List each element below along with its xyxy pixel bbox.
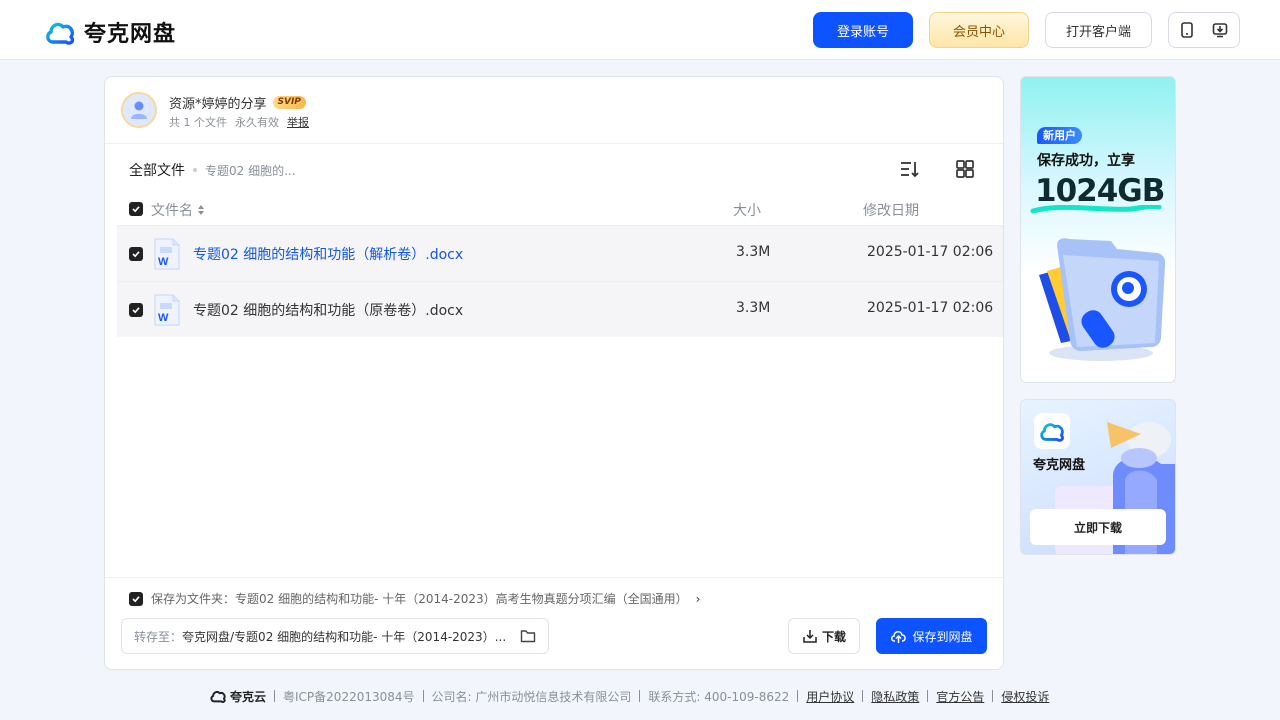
footer-link-privacy[interactable]: 隐私政策: [871, 688, 919, 705]
save-to-drive-label: 保存到网盘: [912, 629, 973, 644]
row-checkbox[interactable]: [129, 303, 143, 317]
footer-separator: [862, 690, 864, 702]
check-icon: [132, 251, 140, 258]
column-header-size: 大小: [733, 203, 761, 219]
vip-center-button[interactable]: 会员中心: [929, 12, 1029, 48]
brand-name: 夸克网盘: [84, 22, 177, 47]
file-size: 3.3M: [736, 300, 771, 316]
brand-logo[interactable]: 夸克网盘: [44, 16, 176, 48]
footer-separator: [992, 690, 994, 702]
footer-separator: [639, 690, 641, 702]
row-checkbox[interactable]: [129, 247, 143, 261]
divider: [105, 143, 1003, 144]
promo-line: 保存成功，立享: [1037, 153, 1135, 169]
file-count: 共 1 个文件: [169, 116, 227, 129]
cloud-logo-icon: [1040, 423, 1064, 442]
share-panel: 资源*婷婷的分享 SVIP 共 1 个文件 永久有效 举报 全部文件 专题02 …: [104, 76, 1004, 670]
sort-icon[interactable]: [899, 159, 919, 179]
login-button[interactable]: 登录账号: [813, 12, 913, 48]
cloud-upload-icon: [891, 631, 907, 643]
footer-logo: 夸克云: [209, 688, 266, 705]
divider: [105, 577, 1003, 578]
ad-app-logo: [1034, 413, 1070, 449]
breadcrumb-separator: [193, 168, 197, 172]
share-owner: 资源*婷婷的分享: [169, 97, 267, 112]
share-meta: 共 1 个文件 永久有效 举报: [169, 114, 309, 130]
save-to-path: 夸克网盘/专题02 细胞的结构和功能- 十年（2014-2023）...: [182, 629, 507, 644]
footer-link-user-agreement[interactable]: 用户协议: [806, 688, 854, 705]
footer-logo-text: 夸克云: [230, 689, 267, 704]
download-icon: [803, 630, 817, 643]
cloud-logo-icon: [46, 22, 75, 45]
word-doc-icon: W: [154, 294, 180, 326]
column-name-label: 文件名: [151, 203, 193, 219]
grid-view-icon[interactable]: [955, 159, 975, 179]
table-row[interactable]: W 专题02 细胞的结构和功能（解析卷）.docx 3.3M 2025-01-1…: [117, 225, 1003, 281]
table-row[interactable]: W 专题02 细胞的结构和功能（原卷卷）.docx 3.3M 2025-01-1…: [117, 281, 1003, 337]
column-header-date[interactable]: 修改日期: [863, 200, 919, 220]
footer-contact: 联系方式: 400-109-8622: [648, 689, 790, 704]
file-name[interactable]: 专题02 细胞的结构和功能（解析卷）.docx: [193, 244, 463, 264]
file-name[interactable]: 专题02 细胞的结构和功能（原卷卷）.docx: [193, 300, 463, 320]
footer-icp: 粤ICP备2022013084号: [283, 689, 415, 704]
save-as-folder-label: 保存为文件夹：专题02 细胞的结构和功能- 十年（2014-2023）高考生物真…: [151, 592, 688, 606]
sort-arrows-icon: [198, 205, 204, 215]
open-client-button[interactable]: 打开客户端: [1045, 12, 1152, 48]
new-user-tag: 新用户: [1037, 127, 1082, 144]
footer-separator: [274, 690, 276, 702]
mobile-icon[interactable]: [1180, 22, 1194, 38]
svg-text:W: W: [158, 256, 169, 268]
chevron-right-icon[interactable]: ›: [696, 592, 701, 606]
validity: 永久有效: [235, 116, 279, 129]
footer-link-infringement[interactable]: 侵权投诉: [1001, 688, 1049, 705]
save-to-path-field[interactable]: 转存至： 夸克网盘/专题02 细胞的结构和功能- 十年（2014-2023）..…: [121, 618, 549, 654]
cloud-logo-icon: [210, 691, 226, 703]
promo-capacity: 1024GB: [1035, 173, 1165, 209]
save-as-folder-checkbox[interactable]: [129, 591, 143, 606]
share-title: 资源*婷婷的分享 SVIP: [169, 93, 306, 112]
save-to-drive-button[interactable]: 保存到网盘: [876, 618, 987, 654]
breadcrumb-current: 专题02 细胞的...: [205, 163, 296, 178]
column-header-name[interactable]: 文件名: [151, 200, 205, 220]
desktop-download-icon[interactable]: [1212, 22, 1228, 38]
check-icon: [132, 595, 140, 602]
breadcrumb-root[interactable]: 全部文件: [129, 160, 185, 180]
footer-separator: [797, 690, 799, 702]
promo-banner-download[interactable]: 夸克网盘 立即下载: [1020, 399, 1176, 555]
download-label: 下载: [821, 629, 846, 644]
footer-link-announcement[interactable]: 官方公告: [936, 688, 984, 705]
promo-folder-illustration: [1030, 205, 1166, 361]
word-doc-icon: W: [154, 238, 180, 270]
footer: 夸克云 粤ICP备2022013084号 公司名: 广州市动悦信息技术有限公司 …: [209, 687, 1049, 705]
footer-separator: [927, 690, 929, 702]
file-date: 2025-01-17 02:06: [867, 300, 994, 316]
device-buttons: [1168, 12, 1240, 48]
download-button[interactable]: 下载: [788, 618, 860, 654]
breadcrumb: 全部文件 专题02 细胞的...: [129, 160, 296, 180]
svip-badge: SVIP: [272, 96, 306, 109]
report-link[interactable]: 举报: [287, 114, 309, 130]
check-icon: [132, 307, 140, 314]
download-now-button[interactable]: 立即下载: [1030, 509, 1166, 545]
ad-app-name: 夸克网盘: [1033, 458, 1086, 473]
file-date: 2025-01-17 02:06: [867, 244, 994, 260]
promo-banner-storage[interactable]: 新用户 保存成功，立享 1024GB: [1020, 76, 1176, 383]
check-icon: [132, 206, 140, 213]
file-size: 3.3M: [736, 244, 771, 260]
avatar: [121, 92, 157, 128]
save-to-label: 转存至：: [134, 629, 183, 644]
svg-text:W: W: [158, 312, 169, 324]
folder-icon[interactable]: [520, 628, 536, 644]
footer-separator: [422, 690, 424, 702]
save-as-folder-option[interactable]: 保存为文件夹：专题02 细胞的结构和功能- 十年（2014-2023）高考生物真…: [129, 590, 700, 607]
top-header: 夸克网盘 登录账号 会员中心 打开客户端: [0, 0, 1280, 60]
footer-company: 公司名: 广州市动悦信息技术有限公司: [431, 689, 632, 704]
select-all-checkbox[interactable]: [129, 202, 143, 216]
user-icon: [131, 101, 147, 119]
